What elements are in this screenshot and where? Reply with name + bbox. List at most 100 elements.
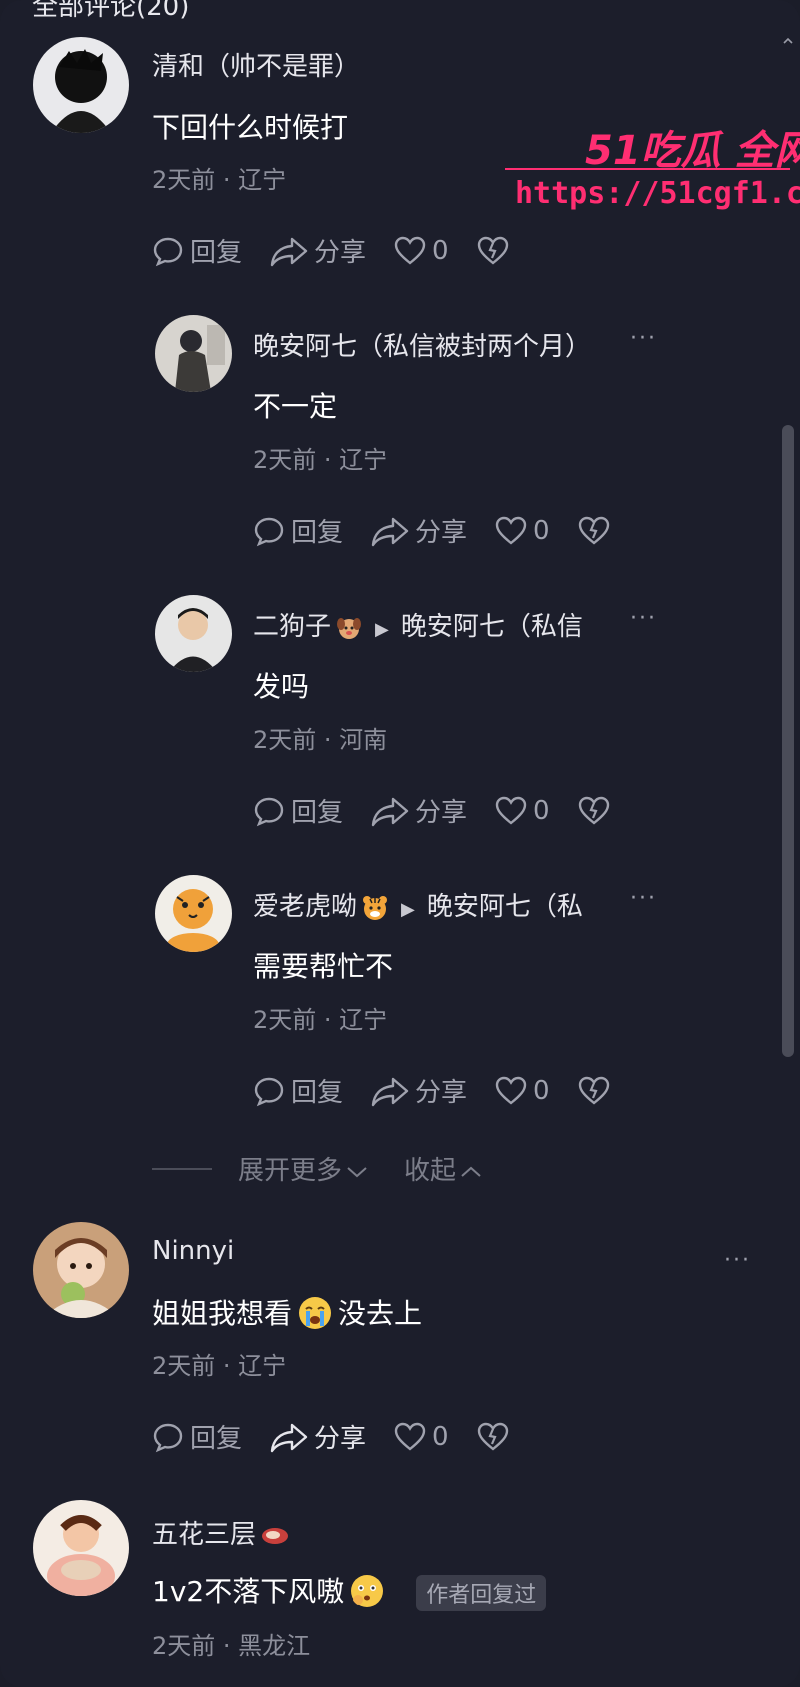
more-dots-icon[interactable]: ··· <box>630 326 657 351</box>
dislike-button[interactable] <box>578 516 616 546</box>
comment-meta: 2天前 · 黑龙江 <box>152 1632 311 1660</box>
reply-text: 需要帮忙不 <box>253 950 394 983</box>
scrollbar[interactable] <box>782 425 794 1057</box>
share-arrow-icon <box>371 517 409 546</box>
reply-button[interactable]: 回复 <box>253 1072 343 1109</box>
share-label: 分享 <box>415 798 468 828</box>
like-count: 0 <box>533 515 550 546</box>
heart-icon <box>394 236 426 265</box>
avatar[interactable] <box>155 595 232 672</box>
share-arrow-icon <box>270 237 308 266</box>
dislike-button[interactable] <box>477 236 515 266</box>
reply-to-name[interactable]: 晚安阿七（私信 <box>401 612 583 642</box>
heart-icon <box>495 796 527 825</box>
heart-icon <box>394 1422 426 1451</box>
dog-emoji-icon <box>337 617 362 639</box>
reply-actions: 回复 分享 0 <box>253 792 644 829</box>
broken-heart-icon <box>477 1422 508 1451</box>
comment-actions: 回复 分享 0 <box>152 1418 543 1455</box>
chevron-up-icon[interactable] <box>783 36 793 46</box>
reply-author: 爱老虎呦 ▶ 晚安阿七（私 <box>253 886 583 923</box>
avatar[interactable] <box>155 315 232 392</box>
comment-text-part: 姐姐我想看 <box>152 1297 293 1330</box>
reply-to-arrow-icon: ▶ <box>375 619 389 640</box>
comment-meta: 2天前 · 辽宁 <box>152 1352 287 1380</box>
comment-author[interactable]: 清和（帅不是罪） <box>152 46 360 83</box>
reply-label: 回复 <box>291 1078 344 1108</box>
dislike-button[interactable] <box>578 1076 616 1106</box>
meat-emoji-icon <box>262 1527 289 1544</box>
dislike-button[interactable] <box>477 1422 515 1452</box>
tiger-emoji-icon <box>363 895 388 920</box>
like-button[interactable]: 0 <box>394 236 449 266</box>
reply-author-name[interactable]: 爱老虎呦 <box>253 892 357 922</box>
expand-more-label: 展开更多 <box>238 1156 343 1186</box>
broken-heart-icon <box>578 516 609 545</box>
comment-actions: 回复 分享 0 <box>152 232 543 269</box>
share-button[interactable]: 分享 <box>371 792 467 829</box>
reply-text: 不一定 <box>253 390 338 423</box>
avatar[interactable] <box>33 37 129 133</box>
expand-more-button[interactable]: 展开更多 <box>238 1150 368 1187</box>
heart-icon <box>495 516 527 545</box>
more-dots-icon[interactable]: ··· <box>630 606 657 631</box>
heart-icon <box>495 1076 527 1105</box>
divider <box>152 1167 212 1170</box>
share-button[interactable]: 分享 <box>371 1072 467 1109</box>
more-dots-icon[interactable]: ··· <box>724 1248 751 1273</box>
comment-text-part: 没去上 <box>338 1297 423 1330</box>
reply-text: 发吗 <box>253 670 310 703</box>
comment-text: 下回什么时候打 <box>152 111 349 144</box>
share-arrow-icon <box>371 797 409 826</box>
dislike-button[interactable] <box>578 796 616 826</box>
reply-author: 二狗子 ▶ 晚安阿七（私信 <box>253 606 583 643</box>
watermark-divider <box>505 168 790 170</box>
like-button[interactable]: 0 <box>495 516 550 546</box>
more-dots-icon[interactable]: ··· <box>630 886 657 911</box>
reply-to-name[interactable]: 晚安阿七（私 <box>427 892 583 922</box>
watermark-url: https://51cgf1.com <box>515 176 800 211</box>
reply-actions: 回复 分享 0 <box>253 1072 644 1109</box>
crying-emoji-icon <box>299 1297 332 1329</box>
reply-label: 回复 <box>291 518 344 548</box>
comment-bubble-icon <box>254 1077 284 1106</box>
comment-meta: 2天前 · 辽宁 <box>152 166 287 194</box>
like-button[interactable]: 0 <box>495 1076 550 1106</box>
watermark: 51吃瓜 全网首发 https://51cgf1.com <box>505 118 800 218</box>
comment-bubble-icon <box>254 517 284 546</box>
like-button[interactable]: 0 <box>495 796 550 826</box>
comment-bubble-icon <box>254 797 284 826</box>
like-count: 0 <box>432 235 449 266</box>
comment-bubble-icon <box>153 237 183 266</box>
reply-label: 回复 <box>190 1424 243 1454</box>
comment-author-name[interactable]: 五花三层 <box>152 1520 256 1550</box>
share-button[interactable]: 分享 <box>371 512 467 549</box>
share-arrow-icon <box>270 1423 308 1452</box>
share-button[interactable]: 分享 <box>270 1418 366 1455</box>
reply-button[interactable]: 回复 <box>152 1418 242 1455</box>
reply-button[interactable]: 回复 <box>253 792 343 829</box>
reply-author[interactable]: 晚安阿七（私信被封两个月） <box>253 326 591 363</box>
comment-text-part: 1v2不落下风嗷 <box>152 1575 345 1608</box>
avatar[interactable] <box>33 1222 129 1318</box>
reply-label: 回复 <box>291 798 344 828</box>
author-replied-badge: 作者回复过 <box>416 1575 547 1611</box>
reply-meta: 2天前 · 辽宁 <box>253 1006 388 1034</box>
avatar[interactable] <box>33 1500 129 1596</box>
comment-text: 1v2不落下风嗷 作者回复过 <box>152 1570 547 1611</box>
broken-heart-icon <box>578 796 609 825</box>
broken-heart-icon <box>578 1076 609 1105</box>
reply-to-arrow-icon: ▶ <box>401 899 415 920</box>
comment-panel: 全部评论(20) 51吃瓜 全网首发 https://51cgf1.com 清和… <box>0 0 800 1687</box>
reply-author-name[interactable]: 二狗子 <box>253 612 331 642</box>
reply-button[interactable]: 回复 <box>152 232 242 269</box>
share-button[interactable]: 分享 <box>270 232 366 269</box>
thinking-emoji-icon <box>351 1575 384 1607</box>
like-button[interactable]: 0 <box>394 1422 449 1452</box>
reply-button[interactable]: 回复 <box>253 512 343 549</box>
broken-heart-icon <box>477 236 508 265</box>
avatar[interactable] <box>155 875 232 952</box>
comment-author[interactable]: Ninnyi <box>152 1236 234 1266</box>
collapse-button[interactable]: 收起 <box>404 1150 482 1187</box>
reply-actions: 回复 分享 0 <box>253 512 644 549</box>
